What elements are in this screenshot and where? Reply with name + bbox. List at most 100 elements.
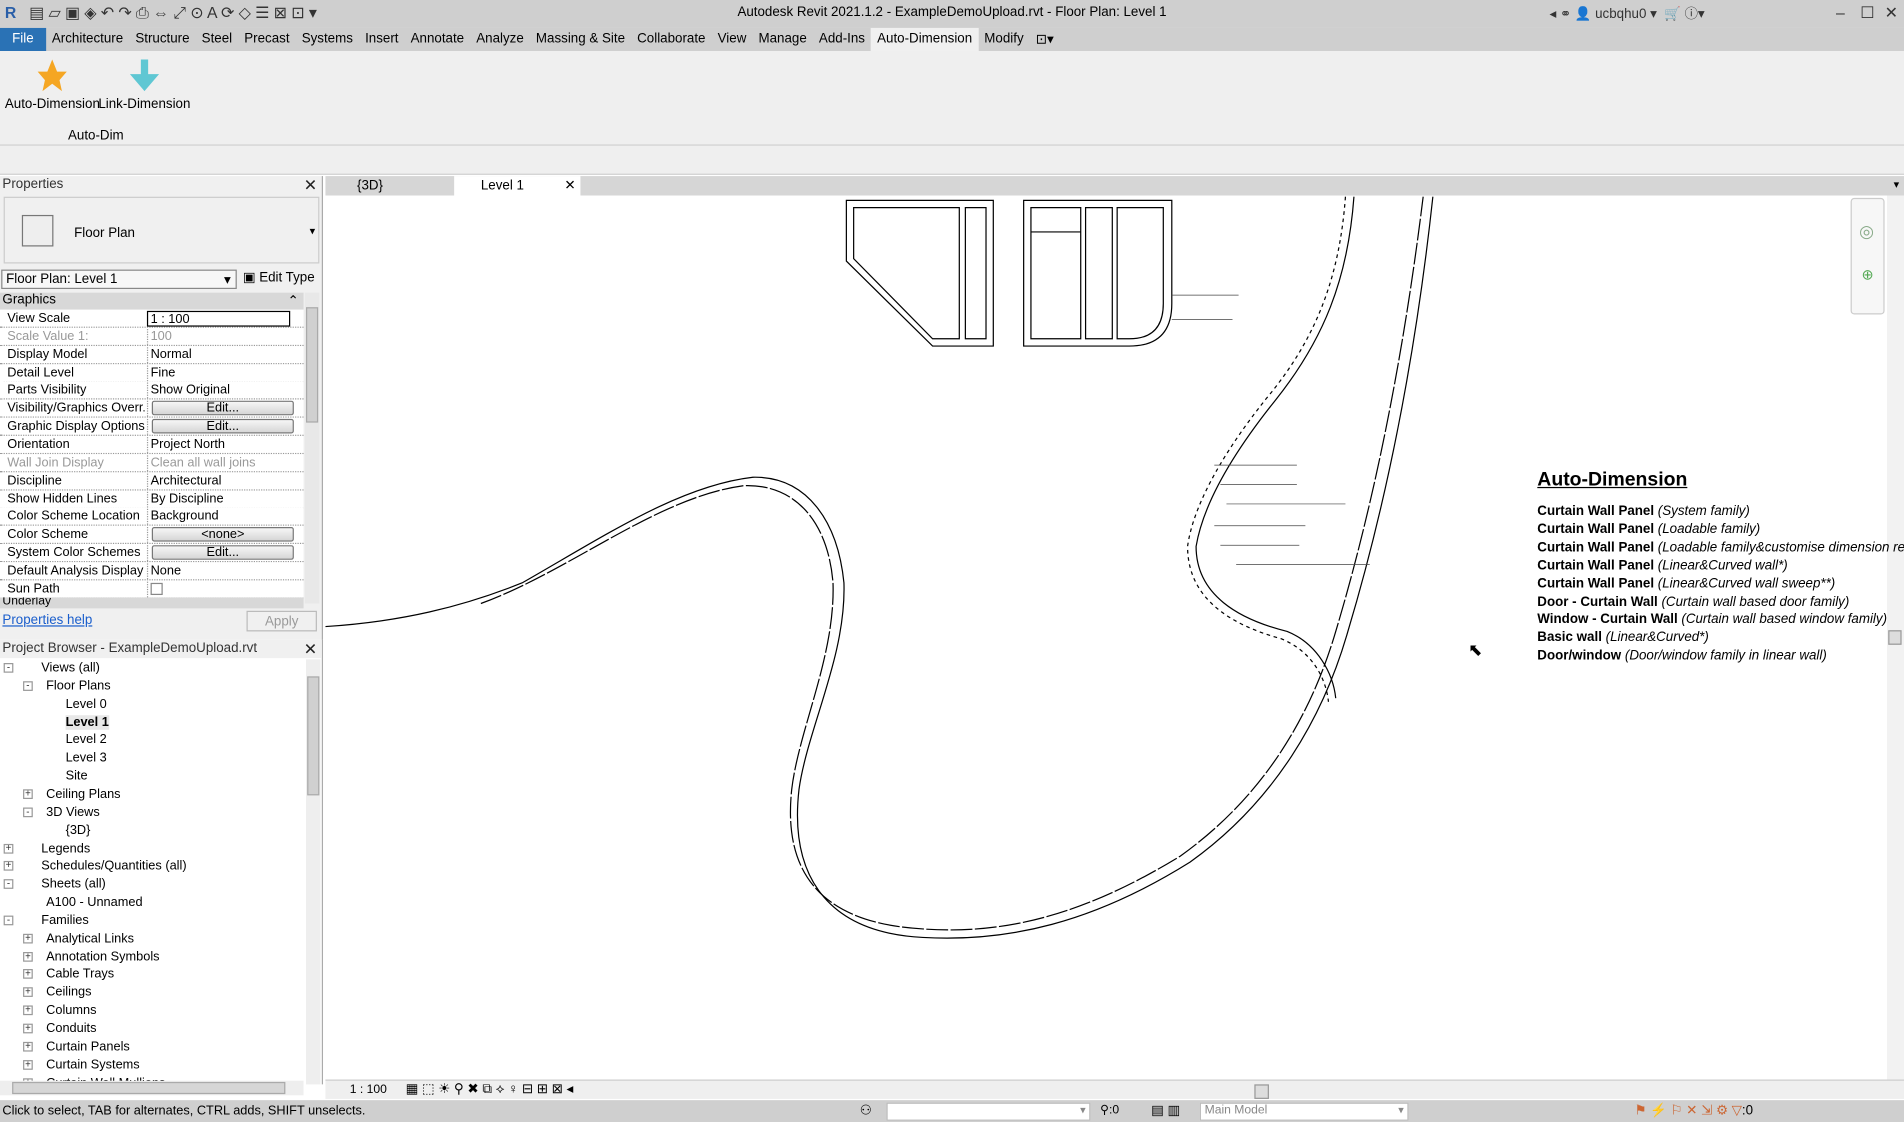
property-value[interactable]: 100 <box>146 328 290 345</box>
browser-hscrollbar[interactable] <box>0 1080 304 1096</box>
tabs-menu-icon[interactable]: ▾ <box>1894 179 1900 192</box>
link-dimension-button[interactable]: Link-Dimension <box>98 57 190 112</box>
sun-path-checkbox[interactable] <box>150 582 163 595</box>
auto-dimension-button[interactable]: Auto-Dimension <box>5 57 100 112</box>
tab-collaborate[interactable]: Collaborate <box>631 28 711 51</box>
expand-icon[interactable]: + <box>3 843 14 854</box>
tree-item[interactable]: Ceilings <box>46 985 91 1000</box>
properties-help-link[interactable]: Properties help <box>2 613 92 628</box>
properties-scrollbar[interactable] <box>304 292 320 604</box>
collapse-icon[interactable]: - <box>3 662 14 673</box>
tree-item[interactable]: Conduits <box>46 1021 96 1036</box>
tree-item[interactable]: 3D Views <box>46 805 100 820</box>
tab-3d-view[interactable]: {3D} <box>330 176 390 195</box>
close-properties-icon[interactable]: ✕ <box>304 176 317 195</box>
tree-item[interactable]: Site <box>66 769 88 784</box>
drawing-canvas[interactable]: ◎ ⊕ Auto-Dimension Curtain Wall Panel (S… <box>325 195 1904 1081</box>
tree-item[interactable]: Families <box>41 913 88 928</box>
property-value[interactable]: Fine <box>146 364 290 381</box>
edit-type-button[interactable]: ▣ Edit Type <box>243 270 315 286</box>
group-underlay[interactable]: Underlay <box>0 597 304 609</box>
tree-item[interactable]: Sheets (all) <box>41 877 105 892</box>
editable-only-count[interactable]: ⚲:0 <box>1100 1104 1119 1117</box>
property-value[interactable]: Edit... <box>146 401 294 417</box>
tree-item[interactable]: Floor Plans <box>46 679 110 694</box>
username[interactable]: ucbqhu0 <box>1595 7 1646 22</box>
close-button[interactable]: ✕ <box>1885 4 1898 23</box>
edit-button[interactable]: Edit... <box>151 419 294 434</box>
edit-button[interactable]: Edit... <box>151 545 294 560</box>
expand-icon[interactable]: + <box>23 1041 33 1052</box>
tab-add-ins[interactable]: Add-Ins <box>813 28 871 51</box>
tab-architecture[interactable]: Architecture <box>46 28 129 51</box>
tree-item[interactable]: A100 - Unnamed <box>46 895 142 910</box>
tab-precast[interactable]: Precast <box>238 28 295 51</box>
expand-icon[interactable]: + <box>23 987 33 998</box>
tree-item[interactable]: Cable Trays <box>46 967 114 982</box>
tab-view[interactable]: View <box>712 28 753 51</box>
zoom-icon[interactable]: ⊕ <box>1862 266 1874 283</box>
expand-icon[interactable]: + <box>23 789 33 799</box>
property-value[interactable]: Show Original <box>146 382 290 399</box>
steering-wheel-icon[interactable]: ◎ <box>1859 221 1874 242</box>
canvas-hscrollbar[interactable] <box>647 1084 1886 1099</box>
tree-item[interactable]: Level 1 <box>65 714 109 730</box>
tab-massing-site[interactable]: Massing & Site <box>530 28 631 51</box>
property-value[interactable] <box>146 581 290 598</box>
tab-structure[interactable]: Structure <box>129 28 195 51</box>
tree-item[interactable]: Schedules/Quantities (all) <box>41 859 186 874</box>
tab-steel[interactable]: Steel <box>196 28 239 51</box>
panel-toggle-icon[interactable]: ⊡▾ <box>1030 28 1060 51</box>
close-browser-icon[interactable]: ✕ <box>304 640 317 659</box>
property-value[interactable]: Background <box>146 509 290 525</box>
expand-icon[interactable]: + <box>3 861 14 872</box>
instance-selector[interactable]: Floor Plan: Level 1 ▾ <box>1 269 237 290</box>
maximize-button[interactable]: ☐ <box>1860 4 1874 23</box>
property-value[interactable]: Edit... <box>146 419 294 435</box>
property-value[interactable]: By Discipline <box>146 491 290 507</box>
user-area[interactable]: ◂ ⚭ 👤 ucbqhu0 ▾ 🛒 ⓘ▾ <box>1549 4 1704 23</box>
tab-analyze[interactable]: Analyze <box>470 28 530 51</box>
tree-item[interactable]: Curtain Systems <box>46 1057 140 1072</box>
collapse-icon[interactable]: - <box>3 915 14 926</box>
tab-systems[interactable]: Systems <box>296 28 359 51</box>
tree-item[interactable]: Level 0 <box>66 697 107 712</box>
expand-icon[interactable]: + <box>23 1023 33 1034</box>
design-option-dropdown[interactable]: Main Model ▾ <box>1199 1102 1409 1121</box>
apply-button[interactable]: Apply <box>246 610 317 632</box>
expand-icon[interactable]: + <box>23 933 33 944</box>
tab-manage[interactable]: Manage <box>752 28 812 51</box>
property-value[interactable]: Clean all wall joins <box>146 455 290 471</box>
tree-item[interactable]: Level 2 <box>66 733 107 748</box>
tab-auto-dimension[interactable]: Auto-Dimension <box>871 27 979 52</box>
expand-icon[interactable]: + <box>23 1059 33 1070</box>
browser-scrollbar[interactable] <box>306 659 321 1085</box>
tab-level-1[interactable]: Level 1 ✕ <box>454 176 581 196</box>
tab-modify[interactable]: Modify <box>978 28 1029 51</box>
tree-item[interactable]: Annotation Symbols <box>46 949 159 964</box>
scale-label[interactable]: 1 : 100 <box>350 1083 387 1096</box>
worksharing-icon[interactable]: ⚇ <box>860 1103 872 1119</box>
tree-item[interactable]: Level 3 <box>66 751 107 766</box>
edit-button[interactable]: <none> <box>151 527 294 542</box>
close-tab-icon[interactable]: ✕ <box>564 177 575 194</box>
type-selector[interactable]: Floor Plan ▾ <box>3 196 320 264</box>
property-value[interactable]: None <box>146 563 290 580</box>
group-graphics[interactable]: Graphics ⌃ <box>0 292 304 310</box>
tab-insert[interactable]: Insert <box>359 28 405 51</box>
design-options-icon[interactable]: ▤ ▥ <box>1151 1103 1180 1119</box>
tree-item[interactable]: Analytical Links <box>46 931 134 946</box>
tree-item[interactable]: Ceiling Plans <box>46 787 120 802</box>
view-control-icons[interactable]: ▦ ⬚ ☀ ⚲ ✖ ⧉ ⟡ ♀ ⊟ ⊞ ⊠ ◂ <box>406 1081 574 1098</box>
expand-icon[interactable]: + <box>23 951 33 962</box>
collapse-icon[interactable]: - <box>23 807 33 817</box>
property-value[interactable]: Edit... <box>146 545 294 562</box>
workset-dropdown[interactable]: ▾ <box>886 1102 1091 1121</box>
property-value[interactable]: <none> <box>146 527 294 544</box>
tree-item[interactable]: Curtain Panels <box>46 1039 130 1054</box>
expand-icon[interactable]: + <box>23 1005 33 1016</box>
minimize-button[interactable]: – <box>1836 4 1845 22</box>
property-value[interactable]: 1 : 100 <box>146 310 291 327</box>
selection-options-icons[interactable]: ⚑ ⚡ ⚐ ✕ ⇲ ⚙ ▽:0 <box>1634 1103 1753 1119</box>
tree-item[interactable]: Views (all) <box>41 661 100 676</box>
